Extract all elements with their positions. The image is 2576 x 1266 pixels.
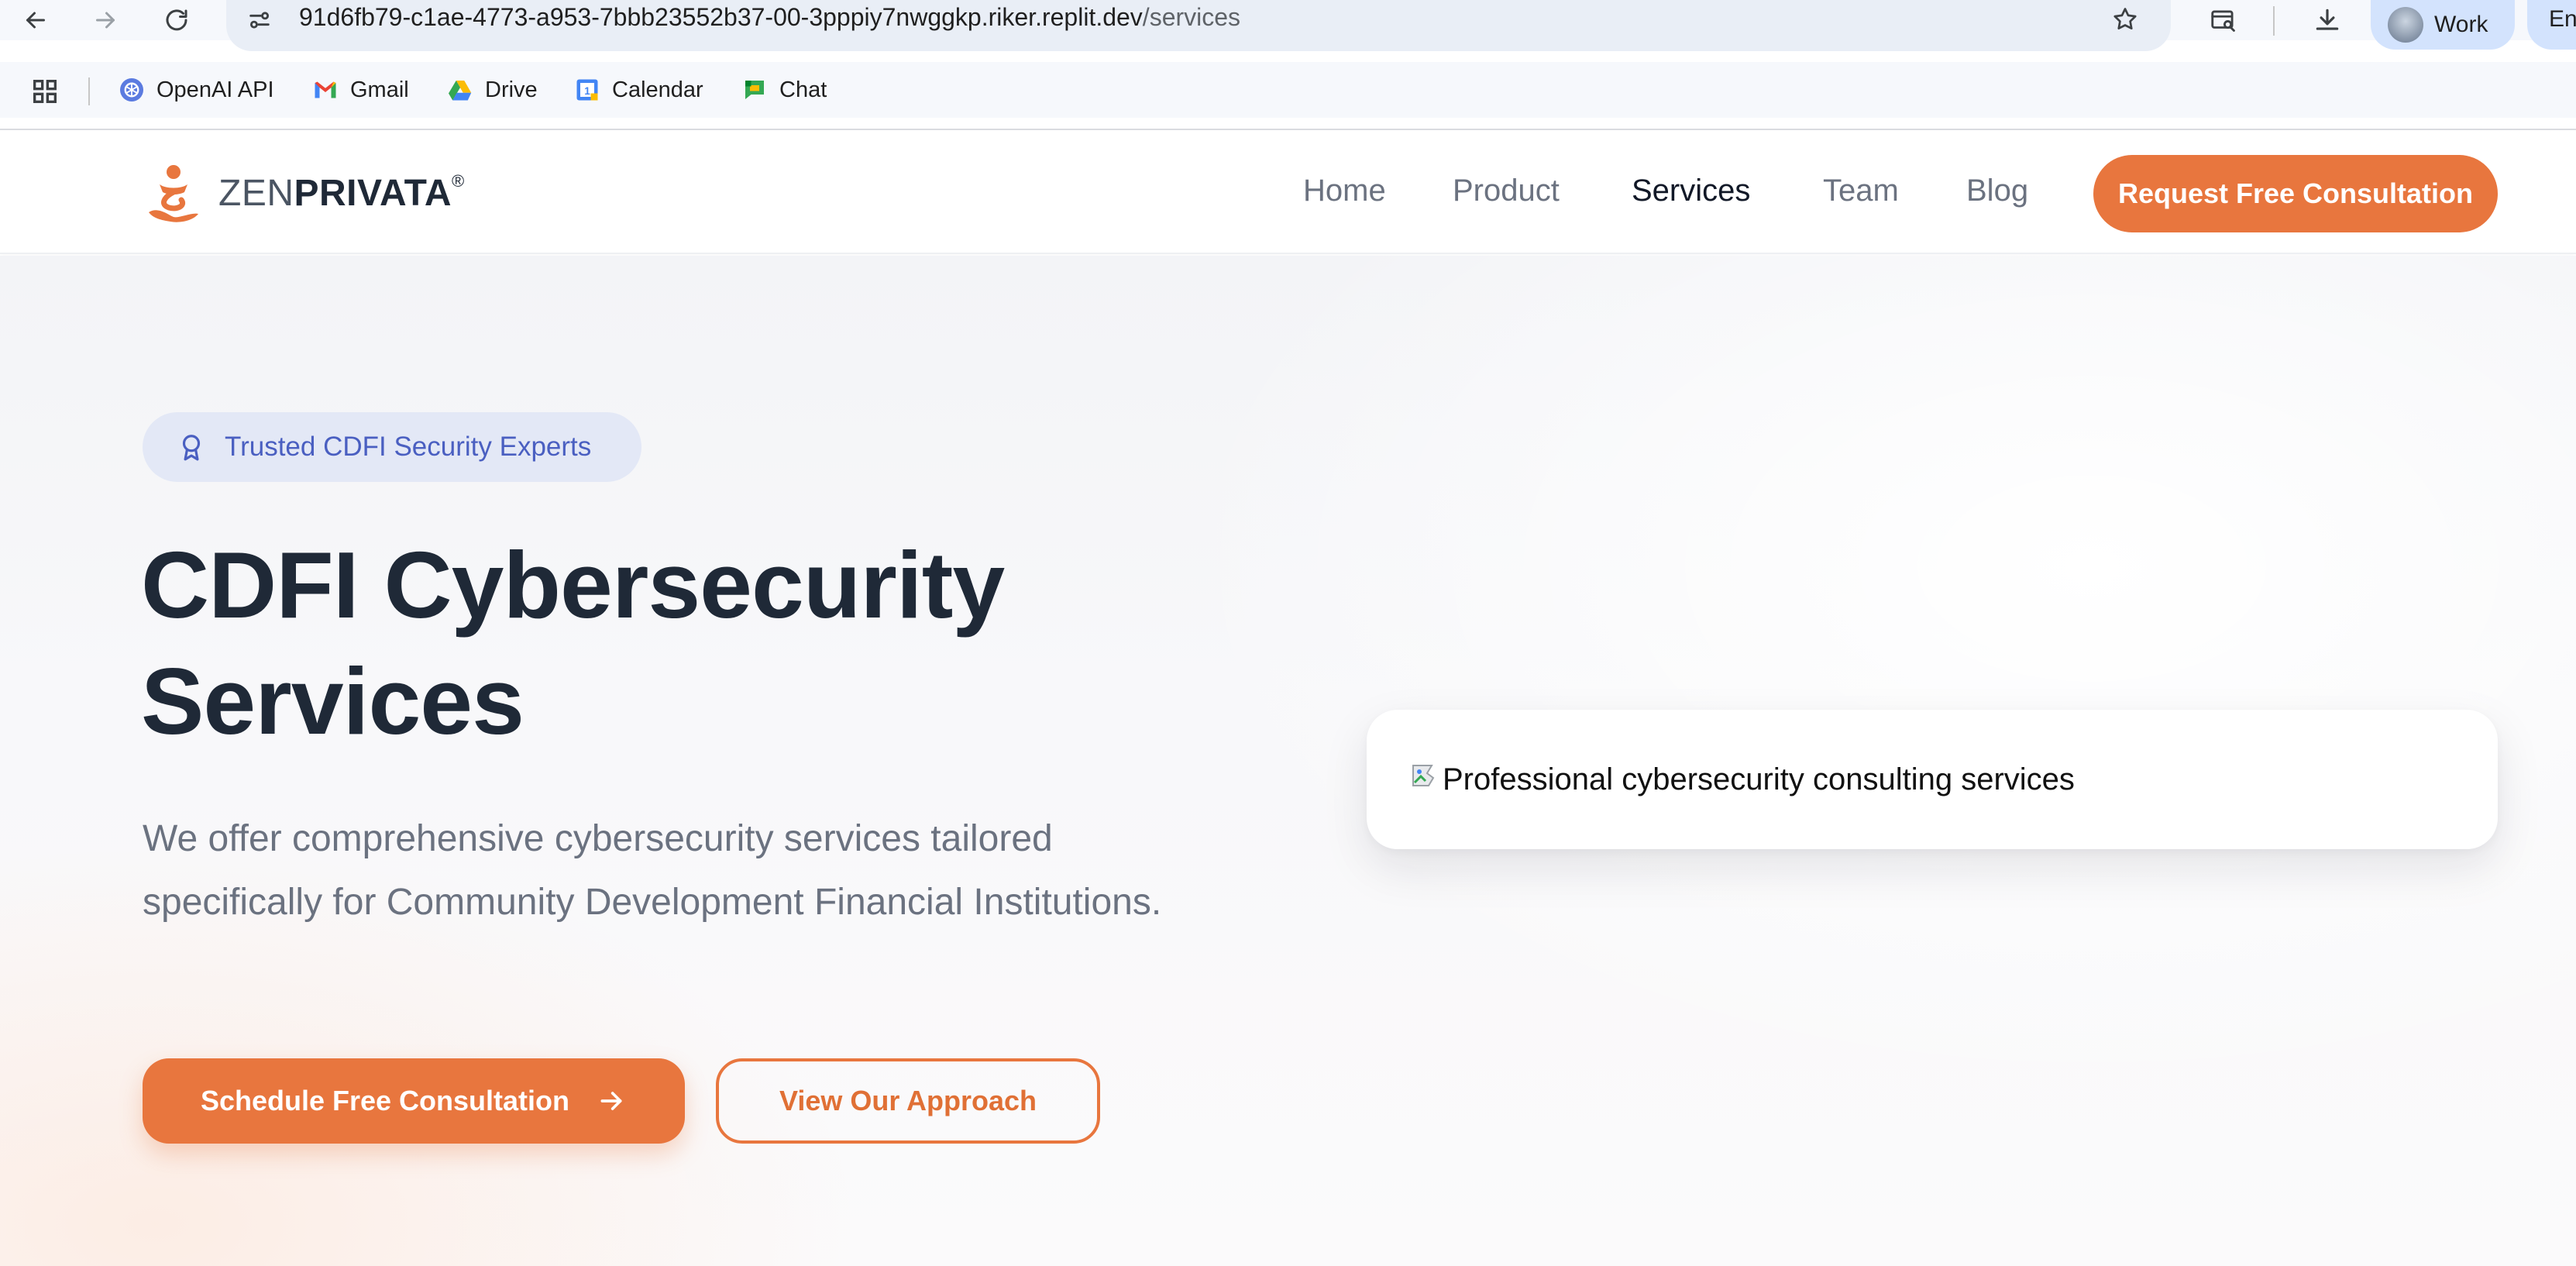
reload-icon[interactable] [155,0,198,40]
bookmark-drive[interactable]: Drive [446,71,538,108]
logo-registered-mark: ® [452,171,465,191]
view-approach-button[interactable]: View Our Approach [716,1058,1100,1144]
avatar [2388,7,2423,43]
logo-wordmark: ZENPRIVATA® [218,171,465,215]
extension-button[interactable]: En [2527,0,2576,50]
bookmark-label: OpenAI API [156,77,274,102]
site-info-icon[interactable] [240,0,279,40]
title-line-1: CDFI Cybersecurity [141,532,1005,638]
page-title: CDFI Cybersecurity Services [141,527,1303,759]
calendar-icon: 1 [573,76,601,104]
address-bar[interactable]: 91d6fb79-c1ae-4773-a953-7bbb23552b37-00-… [226,0,2171,51]
request-consultation-button[interactable]: Request Free Consultation [2093,155,2498,232]
bookmark-label: Calendar [612,77,703,102]
image-alt-text: Professional cybersecurity consulting se… [1443,762,2075,796]
url-text[interactable]: 91d6fb79-c1ae-4773-a953-7bbb23552b37-00-… [299,3,1240,32]
tab-search-icon[interactable] [2200,0,2247,40]
badge-text: Trusted CDFI Security Experts [225,432,592,462]
profile-label: Work [2434,12,2488,37]
forward-icon[interactable] [84,0,127,40]
nav-blog[interactable]: Blog [1966,174,2028,208]
bookmark-label: Gmail [350,77,409,102]
hero-image: Professional cybersecurity consulting se… [1367,710,2498,849]
zen-logo-icon [149,165,198,222]
site-logo[interactable]: ZENPRIVATA® [143,161,465,225]
bookmark-gmail[interactable]: Gmail [311,71,409,108]
nav-product[interactable]: Product [1453,174,1560,208]
url-path: /services [1142,3,1241,31]
bookmark-openai-api[interactable]: OpenAI API [118,71,274,108]
openai-icon [118,76,146,104]
bookmark-star-icon[interactable] [2107,2,2143,37]
nav-home[interactable]: Home [1303,174,1386,208]
bookmark-calendar[interactable]: 1 Calendar [573,71,703,108]
title-line-2: Services [141,648,524,754]
award-icon [182,435,201,461]
logo-light-text: ZEN [218,173,294,214]
nav-team[interactable]: Team [1823,174,1899,208]
profile-button[interactable]: Work [2371,0,2515,50]
nav-services[interactable]: Services [1632,174,1750,208]
trust-badge: Trusted CDFI Security Experts [143,412,641,482]
schedule-consultation-button[interactable]: Schedule Free Consultation [143,1058,685,1144]
chat-icon [741,76,769,104]
broken-image-icon [1412,765,1435,786]
bookmark-label: Drive [485,77,538,102]
drive-icon [446,76,474,104]
hero-subtitle: We offer comprehensive cybersecurity ser… [143,818,1162,923]
bookmarks-divider [88,77,90,105]
apps-grid-icon[interactable] [28,74,62,108]
arrow-right-icon [600,1092,622,1110]
site-header: ZENPRIVATA® Home Product Services Team B… [0,130,2576,254]
toolbar-divider [2273,6,2275,36]
svg-text:1: 1 [584,85,590,97]
logo-bold-text: PRIVATA [294,173,452,214]
download-icon[interactable] [2304,0,2351,40]
gmail-icon [311,76,339,104]
url-host: 91d6fb79-c1ae-4773-a953-7bbb23552b37-00-… [299,3,1143,31]
back-icon[interactable] [14,0,57,40]
hero-section: Trusted CDFI Security Experts CDFI Cyber… [0,256,2576,1266]
bookmark-label: Chat [779,77,827,102]
bookmark-chat[interactable]: Chat [741,71,827,108]
primary-cta-label: Schedule Free Consultation [200,1085,570,1116]
